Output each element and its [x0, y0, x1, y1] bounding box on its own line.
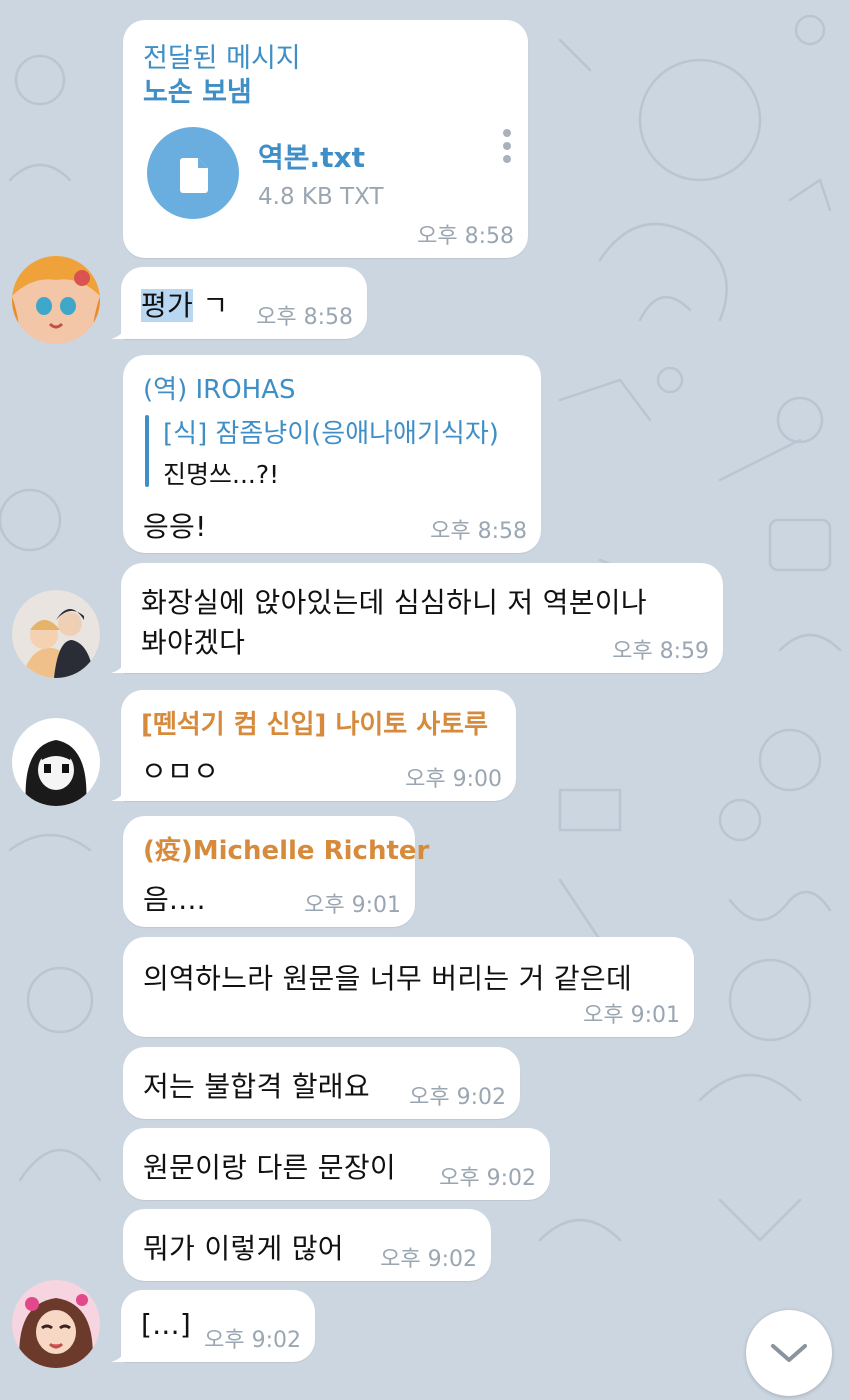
- message-time: 오후 8:58: [256, 305, 353, 330]
- message-5[interactable]: [뗀석기 컴 신입] 나이토 사토루 ㅇㅁㅇ 오후 9:00: [111, 690, 516, 801]
- message-text: 저는 불합격 할래요: [143, 1070, 370, 1103]
- message-time: 오후 9:02: [380, 1247, 477, 1272]
- message-text-line-1: 화장실에 앉아있는데 심심하니 저 역본이나: [141, 586, 647, 619]
- message-time: 오후 8:58: [430, 519, 527, 544]
- message-text: 뭐가 이렇게 많어: [143, 1232, 344, 1265]
- chevron-down-icon: [771, 1344, 807, 1362]
- message-time: 오후 9:01: [304, 893, 401, 918]
- reply-text: 진명쓰...?!: [163, 460, 280, 489]
- message-text: 음....: [143, 883, 206, 916]
- message-text: 의역하느라 원문을 너무 버리는 거 같은데: [143, 962, 633, 995]
- message-4[interactable]: 화장실에 앉아있는데 심심하니 저 역본이나 봐야겠다 오후 8:59: [111, 563, 723, 673]
- message-11[interactable]: [...] 오후 9:02: [111, 1290, 315, 1362]
- message-text: 응응!: [143, 510, 207, 543]
- message-text: ㅇㅁㅇ: [141, 755, 220, 788]
- message-8[interactable]: 저는 불합격 할래요 오후 9:02: [123, 1047, 520, 1119]
- sender-name[interactable]: (역) IROHAS: [143, 369, 296, 406]
- message-3-reply[interactable]: (역) IROHAS [식] 잠좀냥이(응애나애기식자) 진명쓰...?! 응응…: [123, 355, 541, 553]
- document-icon: [180, 158, 208, 193]
- avatar-user-1[interactable]: [12, 256, 100, 344]
- file-icon-circle[interactable]: [147, 127, 239, 219]
- message-7[interactable]: 의역하느라 원문을 너무 버리는 거 같은데 오후 9:01: [123, 937, 694, 1037]
- reply-author: [식] 잠좀냥이(응애나애기식자): [163, 419, 499, 449]
- message-time: 오후 9:02: [409, 1085, 506, 1110]
- message-time: 오후 9:00: [405, 767, 502, 792]
- message-forwarded-file[interactable]: 전달된 메시지 노손 보냄 역본.txt 4.8 KB TXT 오후 8:58: [123, 20, 528, 258]
- file-meta: 4.8 KB TXT: [258, 184, 384, 210]
- message-text-line-2: 봐야겠다: [141, 626, 246, 659]
- message-text: 원문이랑 다른 문장이: [143, 1151, 396, 1184]
- message-time: 오후 9:01: [583, 1003, 680, 1028]
- message-6[interactable]: (疫)Michelle Richter 음.... 오후 9:01: [123, 816, 429, 927]
- more-vertical-icon[interactable]: [497, 128, 517, 168]
- message-text-rest: ㄱ: [193, 289, 229, 322]
- message-text: [...]: [141, 1308, 192, 1341]
- avatar-user-4[interactable]: [12, 1280, 100, 1368]
- file-name[interactable]: 역본.txt: [258, 136, 365, 176]
- message-2[interactable]: 평가 ㄱ 오후 8:58: [111, 267, 367, 339]
- message-9[interactable]: 원문이랑 다른 문장이 오후 9:02: [123, 1128, 550, 1200]
- reply-bar: [145, 415, 149, 487]
- message-time: 오후 9:02: [439, 1166, 536, 1191]
- message-time: 오후 9:02: [204, 1328, 301, 1353]
- avatar-user-3[interactable]: [12, 718, 100, 806]
- scroll-to-bottom-button[interactable]: [746, 1310, 832, 1396]
- message-time: 오후 8:58: [417, 224, 514, 249]
- highlighted-word: 평가: [141, 289, 194, 322]
- sender-name[interactable]: [뗀석기 컴 신입] 나이토 사토루: [141, 704, 488, 741]
- message-text: 평가 ㄱ: [141, 284, 228, 324]
- forwarded-from[interactable]: 노손 보냄: [143, 70, 252, 109]
- message-10[interactable]: 뭐가 이렇게 많어 오후 9:02: [123, 1209, 491, 1281]
- message-time: 오후 8:59: [612, 639, 709, 664]
- avatar-user-2[interactable]: [12, 590, 100, 678]
- sender-name[interactable]: (疫)Michelle Richter: [143, 830, 429, 867]
